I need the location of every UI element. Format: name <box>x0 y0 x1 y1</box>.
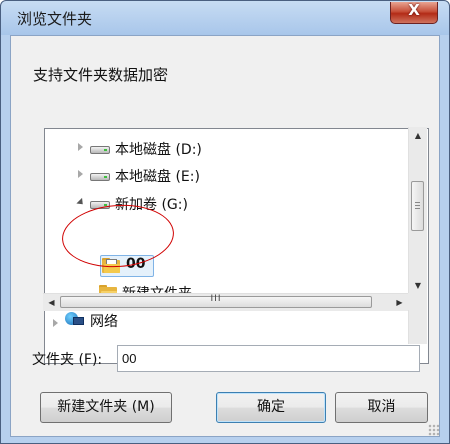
title-bar[interactable]: 浏览文件夹 X <box>1 1 449 35</box>
horizontal-scroll-thumb[interactable]: III <box>60 294 372 308</box>
scroll-up-icon[interactable]: ▲ <box>409 127 427 144</box>
new-folder-button[interactable]: 新建文件夹 (M) <box>40 392 172 423</box>
folder-name-input[interactable] <box>117 345 420 372</box>
scroll-down-icon[interactable]: ▼ <box>409 277 427 294</box>
resize-grip-icon[interactable] <box>428 424 440 436</box>
scroll-right-icon[interactable]: ▶ <box>391 294 408 311</box>
scroll-corner <box>408 293 426 310</box>
window-title: 浏览文件夹 <box>17 10 93 28</box>
close-button[interactable]: X <box>390 1 438 24</box>
scroll-left-icon[interactable]: ◀ <box>43 294 60 311</box>
tree-scroll-area: ▲ ▼ ◀ III ▶ <box>43 127 427 361</box>
ok-button[interactable]: 确定 <box>216 392 326 423</box>
vertical-scroll-thumb[interactable] <box>411 181 424 231</box>
cancel-button[interactable]: 取消 <box>335 392 428 423</box>
close-icon: X <box>408 1 420 19</box>
dialog-description: 支持文件夹数据加密 <box>33 66 169 84</box>
folder-field-label: 文件夹 (F): <box>32 352 103 368</box>
horizontal-scrollbar[interactable]: ◀ III ▶ <box>43 293 408 311</box>
vertical-scrollbar[interactable]: ▲ ▼ <box>408 127 427 344</box>
scroll-grip: III <box>210 294 222 304</box>
